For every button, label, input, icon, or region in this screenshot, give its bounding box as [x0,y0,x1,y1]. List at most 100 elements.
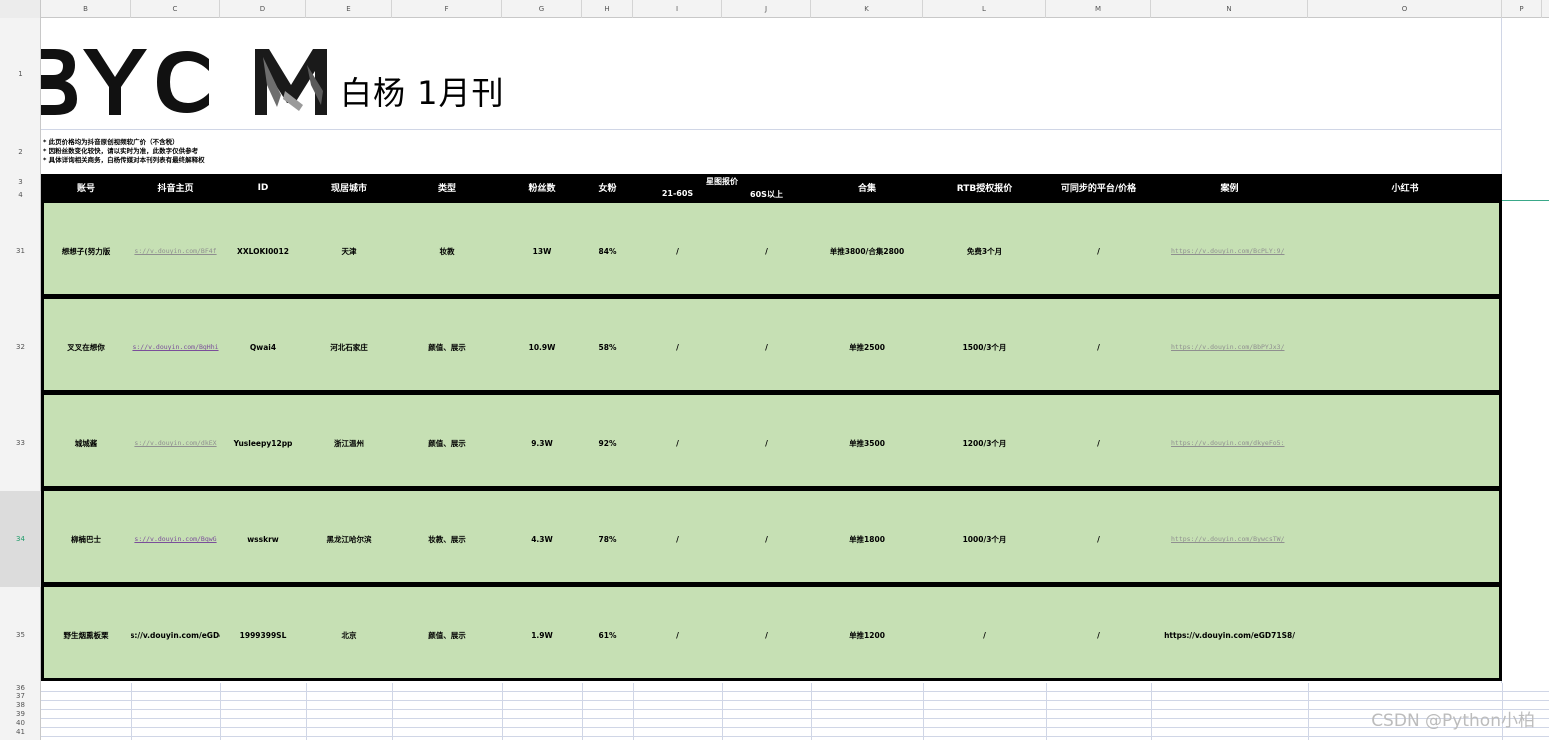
cell-city[interactable]: 黑龙江哈尔滨 [306,491,392,587]
cell-collection[interactable]: 单推2500 [811,299,923,395]
row-header-40[interactable]: 40 [0,718,41,727]
cell-account[interactable]: 想想子(努力版 [41,203,131,299]
cell-female[interactable]: 61% [582,587,633,683]
header-id[interactable]: ID [220,174,306,201]
cell-city[interactable]: 河北石家庄 [306,299,392,395]
column-header-h[interactable]: H [582,0,633,18]
row-header-35[interactable]: 35 [0,587,41,683]
column-header-b[interactable]: B [41,0,131,18]
cell-id[interactable]: Qwai4 [220,299,306,395]
cell-home-link[interactable]: s://v.douyin.com/BgHhi [131,299,220,395]
row-header-37[interactable]: 37 [0,692,41,700]
cell-rtb[interactable]: 1200/3个月 [923,395,1046,491]
cell-case-link[interactable]: https://v.douyin.com/dkyeFo5: [1151,395,1308,491]
row-header-31[interactable]: 31 [0,203,41,299]
select-all-corner[interactable] [0,0,41,18]
cell-city[interactable]: 浙江温州 [306,395,392,491]
cell-rtb[interactable]: 1500/3个月 [923,299,1046,395]
row-header-39[interactable]: 39 [0,709,41,718]
cell-case-link[interactable]: https://v.douyin.com/BcPLY:9/ [1151,203,1308,299]
column-header-p[interactable]: P [1502,0,1542,18]
column-header-n[interactable]: N [1151,0,1308,18]
column-header-f[interactable]: F [392,0,502,18]
cell-case-link[interactable]: https://v.douyin.com/BywcsTW/ [1151,491,1308,587]
cell-sync[interactable]: / [1046,587,1151,683]
row-header-38[interactable]: 38 [0,700,41,709]
cell-home-link[interactable]: s://v.douyin.com/dkEX [131,395,220,491]
cell-city[interactable]: 北京 [306,587,392,683]
cell-home-link[interactable]: os://v.douyin.com/eGDcl [131,587,220,683]
cell-female[interactable]: 58% [582,299,633,395]
cell-rtb[interactable]: / [923,587,1046,683]
row-header-2[interactable]: 2 [0,129,41,174]
cell-type[interactable]: 颜值、展示 [392,587,502,683]
column-header-g[interactable]: G [502,0,582,18]
cell-sync[interactable]: / [1046,203,1151,299]
header-sync[interactable]: 可同步的平台/价格 [1046,174,1151,201]
column-header-d[interactable]: D [220,0,306,18]
column-header-i[interactable]: I [633,0,722,18]
header-douyin-home[interactable]: 抖音主页 [131,174,220,201]
row-header-34[interactable]: 34 [0,491,41,587]
cell-quote-60-plus[interactable]: / [722,299,811,395]
cell-quote-60-plus[interactable]: / [722,203,811,299]
row-header-32[interactable]: 32 [0,299,41,395]
column-header-m[interactable]: M [1046,0,1151,18]
cell-fans[interactable]: 4.3W [502,491,582,587]
cell-type[interactable]: 颜值、展示 [392,299,502,395]
cell-quote-60-plus[interactable]: / [722,491,811,587]
header-female[interactable]: 女粉 [582,174,633,201]
header-type[interactable]: 类型 [392,174,502,201]
cell-id[interactable]: wsskrw [220,491,306,587]
header-rtb[interactable]: RTB授权报价 [923,174,1046,201]
header-xhs[interactable]: 小红书 [1308,174,1502,201]
row-header-1[interactable]: 1 [0,19,41,129]
cell-rtb[interactable]: 免费3个月 [923,203,1046,299]
header-case[interactable]: 案例 [1151,174,1308,201]
cell-quote-60-plus[interactable]: / [722,395,811,491]
cell-sync[interactable]: / [1046,491,1151,587]
row-header-3[interactable]: 3 [0,176,41,188]
header-collection[interactable]: 合集 [811,174,923,201]
column-header-e[interactable]: E [306,0,392,18]
column-header-c[interactable]: C [131,0,220,18]
cell-female[interactable]: 92% [582,395,633,491]
row-header-41[interactable]: 41 [0,727,41,736]
header-21-60s[interactable]: 21-60S [633,189,722,198]
cell-quote-21-60[interactable]: / [633,203,722,299]
cell-home-link[interactable]: s://v.douyin.com/BqwG [131,491,220,587]
column-header-o[interactable]: O [1308,0,1502,18]
cell-fans[interactable]: 9.3W [502,395,582,491]
cell-fans[interactable]: 10.9W [502,299,582,395]
cell-account[interactable]: 叉叉在想你 [41,299,131,395]
cell-id[interactable]: 1999399SL [220,587,306,683]
cell-quote-21-60[interactable]: / [633,299,722,395]
cell-case-link[interactable]: https://v.douyin.com/BbPYJx3/ [1151,299,1308,395]
cell-city[interactable]: 天津 [306,203,392,299]
cell-collection[interactable]: 单推3500 [811,395,923,491]
cell-id[interactable]: XXLOKI0012 [220,203,306,299]
cell-quote-21-60[interactable]: / [633,491,722,587]
cell-collection[interactable]: 单推1200 [811,587,923,683]
cell-quote-60-plus[interactable]: / [722,587,811,683]
cell-quote-21-60[interactable]: / [633,587,722,683]
cell-female[interactable]: 78% [582,491,633,587]
cell-type[interactable]: 妆教、展示 [392,491,502,587]
header-fans[interactable]: 粉丝数 [502,174,582,201]
header-city[interactable]: 现居城市 [306,174,392,201]
cell-collection[interactable]: 单推1800 [811,491,923,587]
cell-case-link[interactable]: https://v.douyin.com/eGD71S8/ [1151,587,1308,683]
cell-sync[interactable]: / [1046,299,1151,395]
cell-female[interactable]: 84% [582,203,633,299]
row-header-33[interactable]: 33 [0,395,41,491]
cell-type[interactable]: 妆教 [392,203,502,299]
column-header-k[interactable]: K [811,0,923,18]
cell-account[interactable]: 城城酱 [41,395,131,491]
row-header-4[interactable]: 4 [0,189,41,201]
header-star-quote[interactable]: 星图报价 [633,176,811,187]
header-60s-plus[interactable]: 60S以上 [722,189,811,200]
cell-rtb[interactable]: 1000/3个月 [923,491,1046,587]
cell-home-link[interactable]: s://v.douyin.com/BF4f [131,203,220,299]
header-account[interactable]: 账号 [41,174,131,201]
cell-quote-21-60[interactable]: / [633,395,722,491]
